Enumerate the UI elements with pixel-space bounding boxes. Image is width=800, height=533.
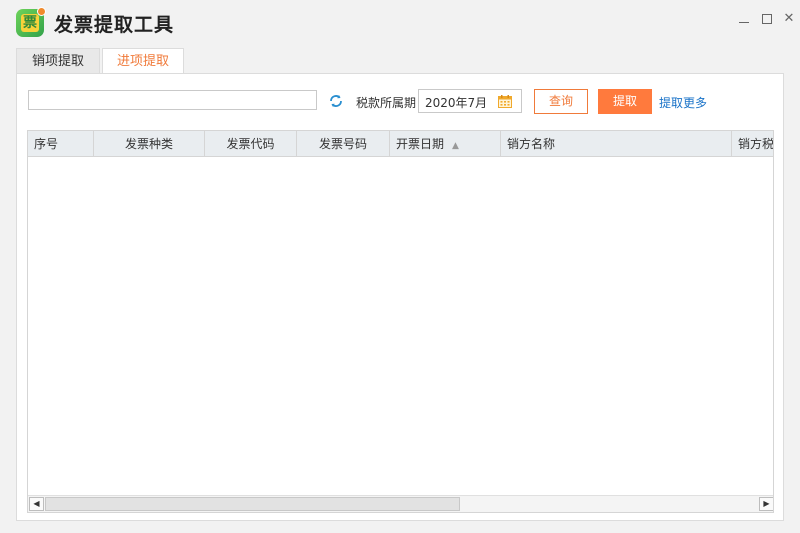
column-header-invoice-code[interactable]: 发票代码 bbox=[205, 131, 297, 157]
calendar-icon[interactable] bbox=[498, 95, 512, 108]
minimize-button[interactable] bbox=[736, 11, 752, 27]
extract-button[interactable]: 提取 bbox=[598, 89, 652, 114]
column-header-invoice-type[interactable]: 发票种类 bbox=[94, 131, 205, 157]
tax-period-picker[interactable]: 2020年7月 bbox=[418, 89, 522, 113]
scrollbar-thumb[interactable] bbox=[45, 497, 460, 511]
close-button[interactable]: ✕ bbox=[781, 11, 797, 27]
column-header-issue-date[interactable]: 开票日期 ▲ bbox=[390, 131, 501, 157]
tax-period-value: 2020年7月 bbox=[425, 96, 488, 110]
tab-sales-extract[interactable]: 销项提取 bbox=[16, 48, 100, 74]
extract-more-link[interactable]: 提取更多 bbox=[659, 94, 707, 111]
app-logo-icon: 票 bbox=[16, 7, 46, 37]
table-header: 序号 发票种类 发票代码 发票号码 开票日期 ▲ 销方名称 销方税号 bbox=[28, 131, 773, 157]
column-header-seller-tax-id[interactable]: 销方税号 bbox=[732, 131, 773, 157]
maximize-button[interactable] bbox=[759, 11, 775, 27]
column-header-invoice-number[interactable]: 发票号码 bbox=[297, 131, 390, 157]
scroll-left-arrow-icon[interactable]: ◀ bbox=[29, 497, 44, 511]
sort-asc-icon: ▲ bbox=[452, 141, 459, 151]
search-input[interactable] bbox=[28, 90, 317, 110]
app-logo-char: 票 bbox=[21, 14, 39, 32]
maximize-icon bbox=[762, 14, 772, 24]
tax-period-label: 税款所属期 bbox=[356, 96, 417, 110]
column-header-issue-date-label: 开票日期 bbox=[396, 137, 445, 151]
main-panel: 税款所属期 2020年7月 查询 提取 提取更多 序号 发票种类 发票代码 发票… bbox=[16, 73, 784, 521]
app-logo-badge bbox=[37, 7, 46, 16]
column-header-seller-name[interactable]: 销方名称 bbox=[501, 131, 732, 157]
close-icon: ✕ bbox=[783, 11, 795, 26]
title-bar: 票 发票提取工具 ✕ bbox=[0, 0, 800, 40]
scroll-right-arrow-icon[interactable]: ▶ bbox=[759, 497, 773, 511]
query-button[interactable]: 查询 bbox=[534, 89, 588, 114]
refresh-icon[interactable] bbox=[328, 93, 344, 109]
app-title: 发票提取工具 bbox=[54, 14, 175, 36]
tab-purchase-extract[interactable]: 进项提取 bbox=[102, 48, 184, 74]
horizontal-scrollbar[interactable]: ◀ ▶ bbox=[28, 495, 773, 512]
column-header-seq[interactable]: 序号 bbox=[28, 131, 94, 157]
invoice-table: 序号 发票种类 发票代码 发票号码 开票日期 ▲ 销方名称 销方税号 ◀ ▶ bbox=[27, 130, 774, 513]
minimize-icon bbox=[739, 22, 749, 23]
